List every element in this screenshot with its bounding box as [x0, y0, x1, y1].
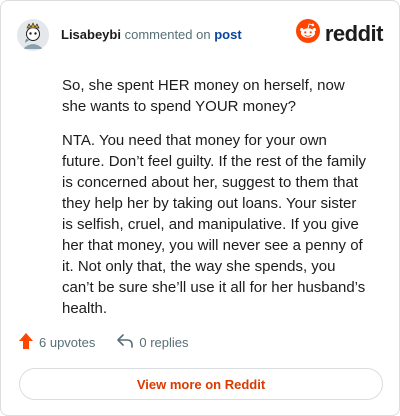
reddit-logo[interactable]: reddit	[295, 19, 384, 48]
reply-arrow-icon	[117, 334, 134, 351]
reddit-snoo-icon	[295, 19, 320, 48]
comment-paragraph: NTA. You need that money for your own fu…	[62, 132, 367, 317]
user-avatar-icon[interactable]	[17, 19, 49, 51]
comment-paragraph: So, she spent HER money on herself, now …	[62, 77, 345, 115]
post-link[interactable]: post	[214, 27, 241, 42]
comment-actions: 6 upvotes 0 replies	[19, 333, 189, 352]
reply-button[interactable]: 0 replies	[117, 334, 189, 351]
upvote-count: 6 upvotes	[39, 335, 96, 350]
embedded-comment-card: Lisabeybi commented on post reddit So, s…	[0, 0, 400, 416]
comment-body: So, she spent HER money on herself, now …	[62, 75, 368, 319]
upvote-arrow-icon	[19, 333, 33, 352]
reddit-wordmark: reddit	[324, 20, 384, 46]
upvote-button[interactable]: 6 upvotes	[19, 333, 95, 352]
reply-count: 0 replies	[139, 335, 189, 350]
username-link[interactable]: Lisabeybi	[61, 27, 121, 42]
view-more-button[interactable]: View more on Reddit	[19, 368, 383, 400]
byline: Lisabeybi commented on post	[61, 27, 242, 43]
comment-header: Lisabeybi commented on post reddit	[17, 17, 384, 53]
commented-on-text: commented on	[124, 27, 211, 42]
